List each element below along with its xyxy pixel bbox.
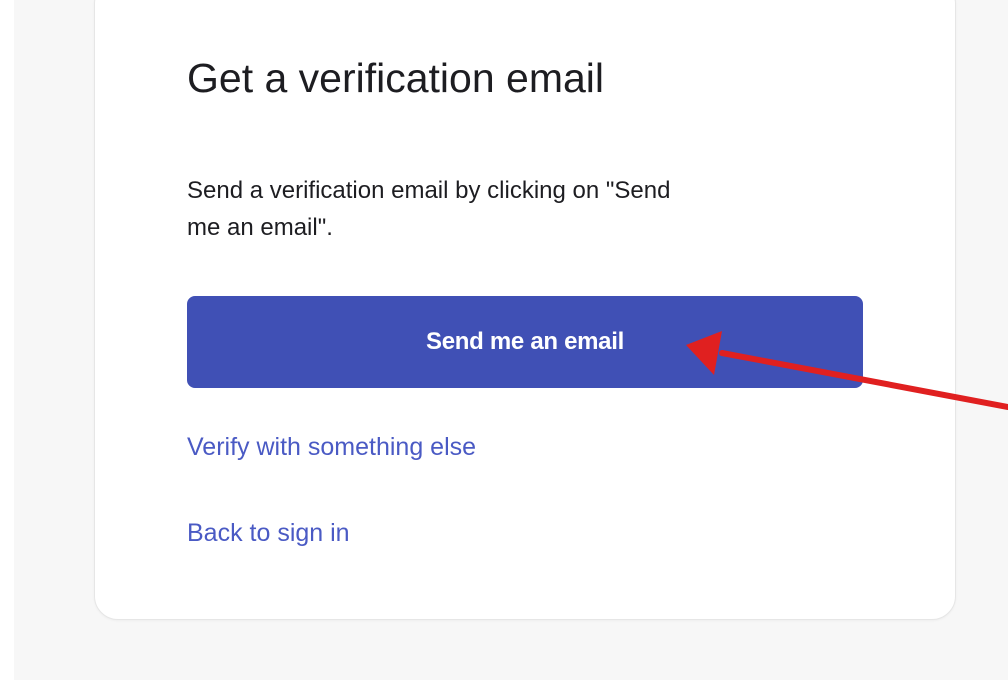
back-to-sign-in-link[interactable]: Back to sign in (187, 518, 350, 548)
send-email-button[interactable]: Send me an email (187, 296, 863, 388)
instruction-line-1: Send a verification email by clicking on… (187, 177, 671, 204)
verify-with-something-else-link[interactable]: Verify with something else (187, 432, 476, 462)
send-email-button-label: Send me an email (426, 328, 624, 355)
instruction-text: Send a verification email by clicking on… (187, 172, 887, 246)
page-title: Get a verification email (187, 55, 605, 101)
page: Get a verification email Send a verifica… (0, 0, 1008, 680)
instruction-line-2: me an email". (187, 214, 333, 241)
